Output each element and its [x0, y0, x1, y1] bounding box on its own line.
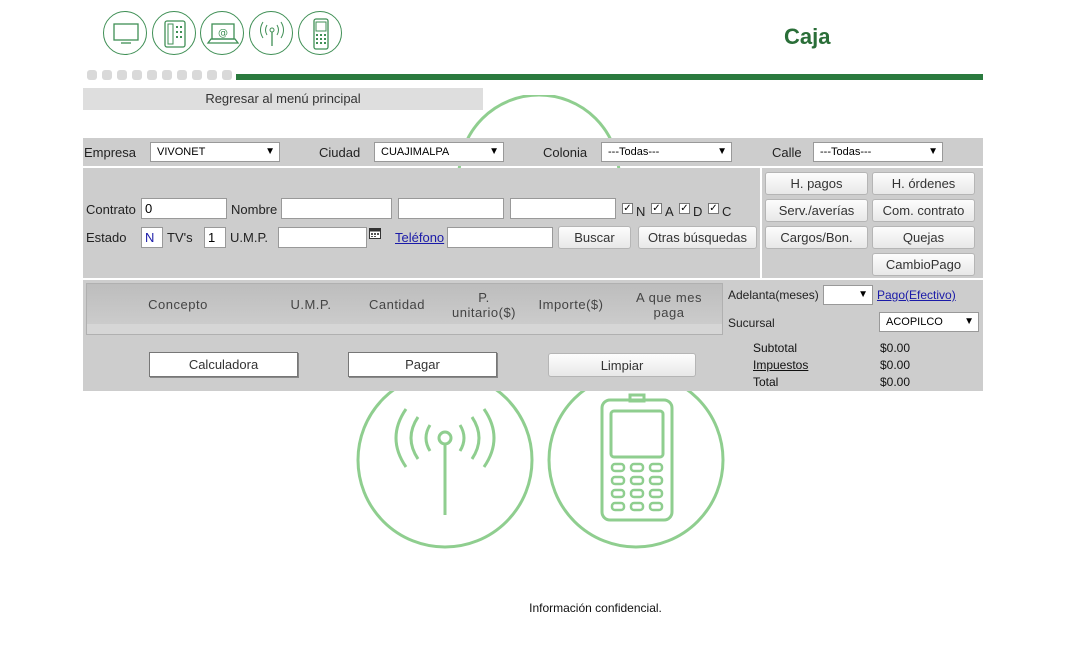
pago-efectivo-link[interactable]: Pago(Efectivo): [877, 288, 956, 302]
antenna-icon: [249, 11, 293, 55]
status-c-checkbox[interactable]: ✓: [708, 203, 719, 214]
nombre-input[interactable]: [281, 198, 392, 219]
total-label: Total: [753, 375, 779, 389]
chevron-down-icon: ▼: [928, 146, 938, 157]
historial-pagos-button[interactable]: H. pagos: [765, 172, 868, 195]
contrato-label: Contrato: [86, 202, 136, 217]
comentarios-contrato-button[interactable]: Com. contrato: [872, 199, 975, 222]
subtotal-label: Subtotal: [753, 341, 798, 355]
calle-select[interactable]: ---Todas--- ▼: [813, 142, 943, 162]
status-d-label: D: [693, 204, 703, 219]
nombre-label: Nombre: [231, 202, 278, 217]
chevron-down-icon: ▼: [489, 146, 499, 157]
svg-text:@: @: [218, 28, 228, 39]
table-header-importe: Importe($): [538, 297, 604, 312]
header-divider: [236, 74, 983, 80]
limpiar-button[interactable]: Limpiar: [548, 353, 696, 377]
ciudad-select[interactable]: CUAJIMALPA ▼: [374, 142, 504, 162]
ump-input[interactable]: [278, 227, 367, 248]
ump-label: U.M.P.: [230, 230, 269, 245]
table-header-mes-paga: A que mes paga: [636, 290, 702, 320]
footer: Información confidencial.: [0, 601, 1065, 615]
cargos-bonificaciones-button[interactable]: Cargos/Bon.: [765, 226, 868, 249]
colonia-label: Colonia: [543, 145, 588, 160]
ciudad-label: Ciudad: [319, 145, 361, 160]
subtotal-value: $0.00: [880, 341, 911, 355]
table-header-cantidad: Cantidad: [368, 297, 426, 312]
sucursal-label: Sucursal: [728, 316, 775, 330]
status-a-label: A: [665, 204, 674, 219]
table-header-concepto: Concepto: [148, 297, 208, 312]
chevron-down-icon: ▼: [265, 146, 275, 157]
sucursal-select[interactable]: ACOPILCO ▼: [879, 312, 979, 332]
calle-label: Calle: [772, 145, 802, 160]
adelanta-label: Adelanta(meses): [728, 288, 819, 302]
pagar-button[interactable]: Pagar: [348, 352, 497, 377]
phone-icon: [152, 11, 196, 55]
impuestos-link[interactable]: Impuestos: [753, 358, 808, 372]
concepts-table-body: [87, 324, 722, 334]
total-value: $0.00: [880, 375, 911, 389]
back-to-main-menu-button[interactable]: Regresar al menú principal: [83, 88, 483, 110]
page-title: Caja: [784, 24, 831, 49]
tvs-label: TV's: [167, 230, 193, 245]
impuestos-value: $0.00: [880, 358, 911, 372]
status-n-label: N: [636, 204, 646, 219]
telefono-link[interactable]: Teléfono: [395, 230, 444, 245]
apellido-materno-input[interactable]: [510, 198, 616, 219]
chevron-down-icon: ▼: [717, 146, 727, 157]
calculadora-button[interactable]: Calculadora: [149, 352, 298, 377]
contrato-input[interactable]: 0: [141, 198, 227, 219]
telefono-input[interactable]: [447, 227, 553, 248]
status-d-checkbox[interactable]: ✓: [679, 203, 690, 214]
otras-busquedas-button[interactable]: Otras búsquedas: [638, 226, 757, 249]
chevron-down-icon: ▼: [858, 289, 868, 300]
estado-label: Estado: [86, 230, 127, 245]
empresa-label: Empresa: [84, 145, 137, 160]
cambio-pago-button[interactable]: CambioPago: [872, 253, 975, 276]
buscar-button[interactable]: Buscar: [558, 226, 631, 249]
laptop-email-icon: @: [200, 11, 244, 55]
mobile-icon: [298, 11, 342, 55]
table-header-precio-unitario: P. unitario($): [451, 290, 517, 320]
tv-icon: [103, 11, 147, 55]
confidential-notice: Información confidencial.: [529, 601, 662, 615]
table-header-ump: U.M.P.: [290, 297, 332, 312]
empresa-select[interactable]: VIVONET ▼: [150, 142, 280, 162]
search-panel: [83, 168, 760, 278]
status-n-checkbox[interactable]: ✓: [622, 203, 633, 214]
chevron-down-icon: ▼: [964, 316, 974, 327]
status-a-checkbox[interactable]: ✓: [651, 203, 662, 214]
status-c-label: C: [722, 204, 732, 219]
servicios-averias-button[interactable]: Serv./averías: [765, 199, 868, 222]
historial-ordenes-button[interactable]: H. órdenes: [872, 172, 975, 195]
adelanta-select[interactable]: ▼: [823, 285, 873, 305]
calendar-icon[interactable]: [369, 227, 382, 240]
estado-input[interactable]: N: [141, 227, 163, 248]
tvs-input[interactable]: 1: [204, 227, 226, 248]
apellido-paterno-input[interactable]: [398, 198, 504, 219]
colonia-select[interactable]: ---Todas--- ▼: [601, 142, 732, 162]
quejas-button[interactable]: Quejas: [872, 226, 975, 249]
